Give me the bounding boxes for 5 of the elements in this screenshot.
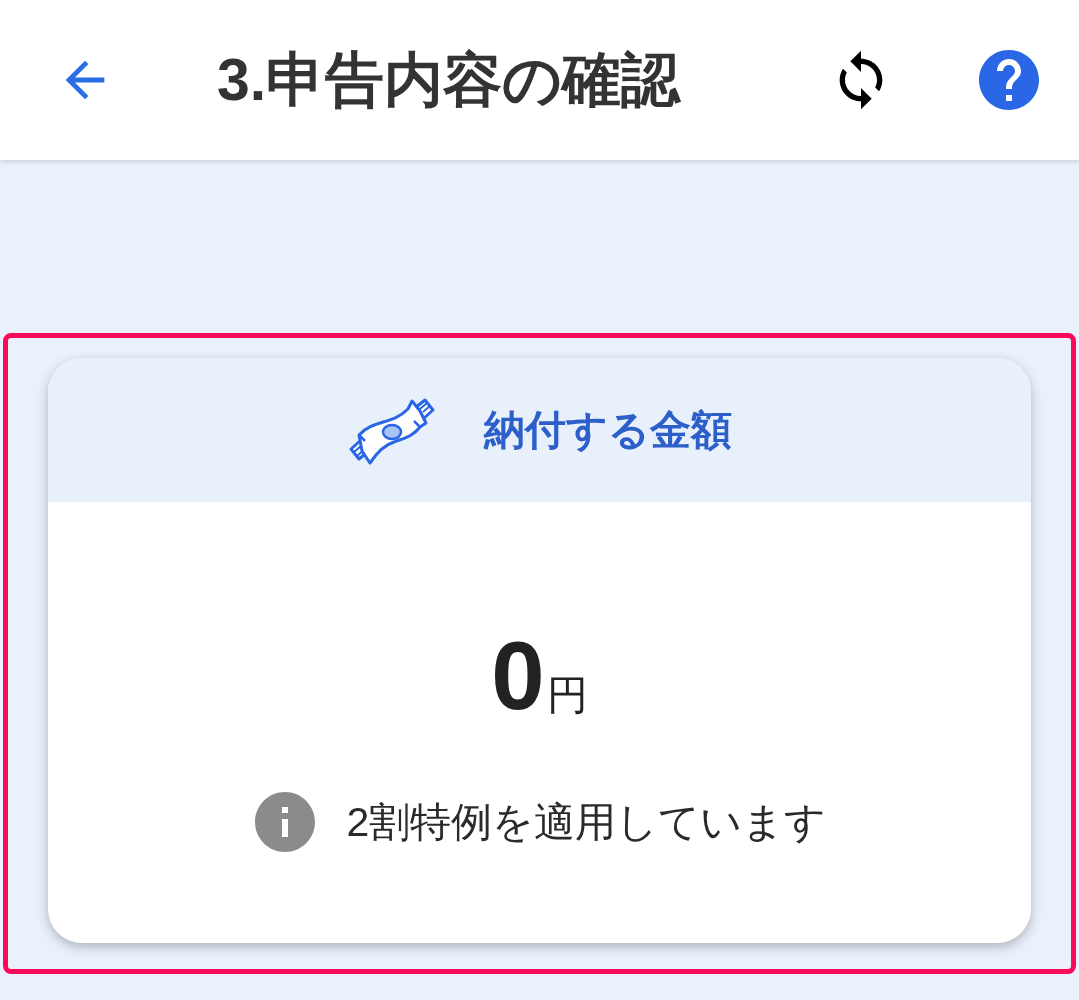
note-text: 2割特例を適用しています xyxy=(346,801,827,843)
page-title: 3.申告内容の確認 xyxy=(217,50,681,110)
currency-unit: 円 xyxy=(546,675,588,716)
amount-value: 0 xyxy=(491,628,545,724)
card-title: 納付する金額 xyxy=(483,409,732,451)
